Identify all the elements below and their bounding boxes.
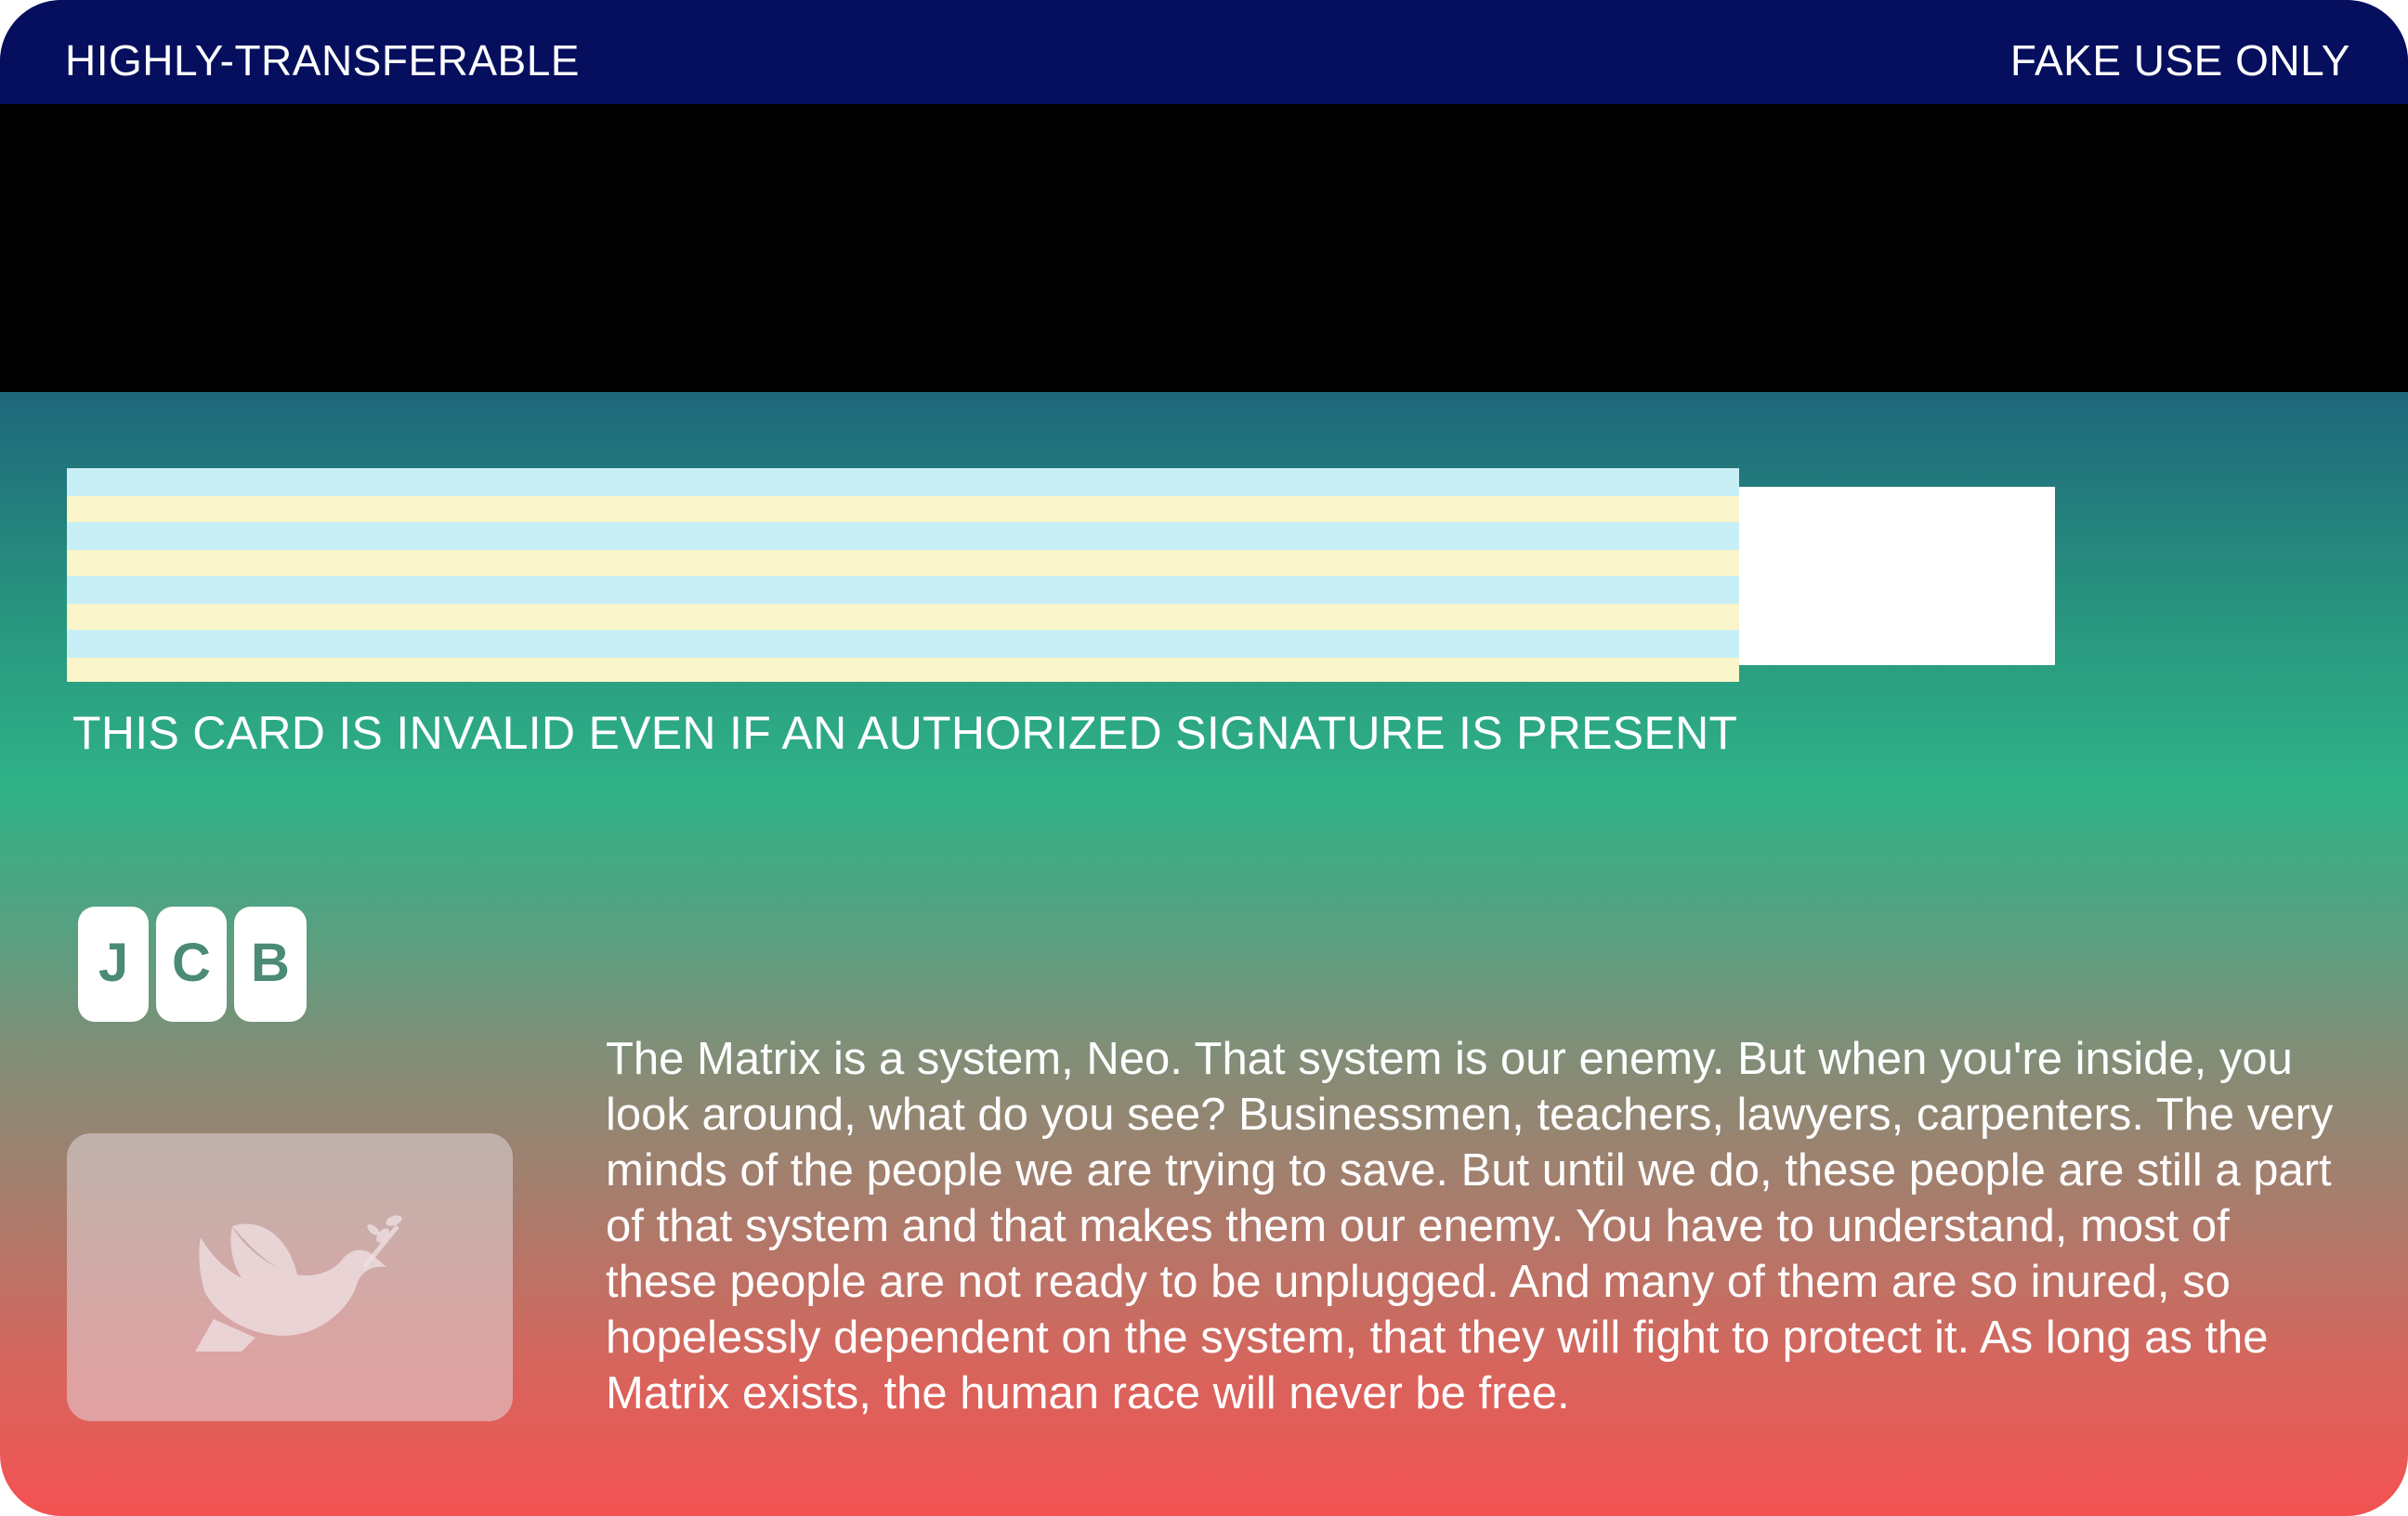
jcb-letter-j: J (98, 933, 128, 993)
magnetic-stripe (0, 104, 2408, 392)
security-code-box (1739, 487, 2055, 665)
hologram-panel (67, 1133, 513, 1421)
jcb-logo: J C B (78, 907, 307, 1022)
header-left-label: HIGHLY-TRANSFERABLE (65, 36, 580, 85)
card-back: HIGHLY-TRANSFERABLE FAKE USE ONLY THIS C… (0, 0, 2408, 1516)
dove-with-olive-branch-icon (195, 1215, 402, 1352)
jcb-letter-c: C (172, 933, 211, 993)
signature-disclaimer: THIS CARD IS INVALID EVEN IF AN AUTHORIZ… (72, 707, 1738, 759)
header-band: HIGHLY-TRANSFERABLE FAKE USE ONLY (0, 0, 2408, 104)
matrix-quote: The Matrix is a system, Neo. That system… (606, 1034, 2334, 1418)
header-right-label: FAKE USE ONLY (2009, 36, 2350, 85)
signature-strip (67, 468, 1739, 682)
jcb-letter-b: B (251, 933, 290, 993)
